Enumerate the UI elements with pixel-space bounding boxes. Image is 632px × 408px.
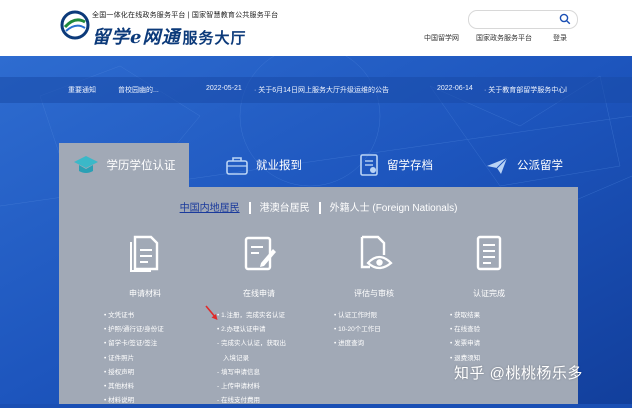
notice-item[interactable]: · 关于6月14日网上服务大厅升级运维的公告	[254, 85, 389, 95]
notice-item[interactable]: 曾校园幽的...	[118, 85, 159, 95]
list-item: - 完成实人认证，获取出	[217, 340, 286, 348]
edit-form-icon	[244, 236, 276, 271]
tab-label: 就业报到	[256, 160, 302, 172]
search-icon[interactable]	[559, 13, 571, 25]
residence-hk-macao-taiwan[interactable]: 港澳台居民	[257, 199, 313, 214]
list-item[interactable]: • 2.办理认证申请	[217, 323, 286, 337]
notice-date: 2022-06-14	[437, 85, 473, 92]
tab-study-archive[interactable]: 留学存档	[341, 143, 451, 187]
tab-employment-registration[interactable]: 就业报到	[209, 143, 319, 187]
list-item[interactable]: • 获取结果	[450, 309, 480, 323]
list-item[interactable]: • 其他材料	[104, 380, 164, 394]
step-application-materials[interactable]: 申请材料	[100, 233, 190, 299]
site-header: 全国一体化在线政务服务平台 | 国家智慧教育公共服务平台 留学e网通 服务大厅 中…	[0, 0, 632, 56]
residence-selector: 中国内地居民 港澳台居民 外籍人士 (Foreign Nationals)	[59, 199, 578, 215]
list-item[interactable]: • 授权声明	[104, 366, 164, 380]
logo-e: e	[130, 27, 143, 48]
nav-link-gov-platform[interactable]: 国家政务服务平台	[476, 33, 532, 43]
list-item[interactable]: • 证件照片	[104, 352, 164, 366]
list-item[interactable]: • 认证工作时限	[334, 309, 381, 323]
logo-title: 留学e网通 服务大厅	[92, 23, 246, 49]
review-list: • 认证工作时限 • 10-20个工作日 • 进度查询	[334, 309, 381, 352]
review-eye-icon	[360, 235, 393, 270]
logo-hall: 服务大厅	[182, 30, 247, 47]
list-item[interactable]: • 材料说明	[104, 394, 164, 408]
logo-script2: 网通	[142, 27, 181, 48]
platform-line: 全国一体化在线政务服务平台 | 国家智慧教育公共服务平台	[92, 12, 279, 19]
residence-foreign[interactable]: 外籍人士 (Foreign Nationals)	[327, 199, 461, 214]
document-icon	[130, 235, 159, 272]
plane-icon	[487, 157, 508, 174]
notice-label: 重要通知	[68, 87, 96, 94]
tab-government-sponsored[interactable]: 公派留学	[470, 143, 578, 187]
residence-mainland[interactable]: 中国内地居民	[177, 199, 243, 214]
apply-steps-list: • 1.注册，完成实名认证 • 2.办理认证申请 - 完成实人认证，获取出 入境…	[217, 309, 286, 408]
list-item[interactable]: • 护照/通行证/身份证	[104, 323, 164, 337]
step-evaluation-review[interactable]: 评估与审核	[329, 233, 419, 299]
list-item[interactable]: • 文凭证书	[104, 309, 164, 323]
archive-icon	[360, 154, 378, 176]
step-label: 申请材料	[129, 289, 161, 298]
list-item: • 10-20个工作日	[334, 326, 381, 334]
complete-list: • 获取结果 • 在线查验 • 发票申请 • 退费须知	[450, 309, 480, 366]
divider	[248, 202, 251, 215]
tab-label: 公派留学	[517, 160, 563, 172]
list-item: - 在线支付费用	[217, 397, 260, 405]
step-label: 在线申请	[243, 289, 275, 298]
red-arrow-annotation-icon	[205, 305, 218, 320]
step-online-application[interactable]: 在线申请	[214, 233, 304, 299]
notice-date: 2022-05-21	[206, 85, 242, 92]
graduation-cap-icon	[73, 156, 98, 173]
globe-logo-icon	[60, 10, 90, 40]
tab-label: 留学存档	[387, 160, 433, 172]
site-logo[interactable]: 全国一体化在线政务服务平台 | 国家智慧教育公共服务平台 留学e网通 服务大厅	[60, 6, 280, 50]
step-label: 认证完成	[473, 289, 505, 298]
nav-link-login[interactable]: 登录	[553, 33, 567, 43]
search-input[interactable]	[468, 10, 578, 29]
materials-list: • 文凭证书 • 护照/通行证/身份证 • 留学卡/签证/签注 • 证件照片 •…	[104, 309, 164, 408]
divider	[318, 202, 321, 215]
list-item: 入境记录	[223, 354, 249, 362]
notice-bar: 重要通知 曾校园幽的... 2022-05-21 · 关于6月14日网上服务大厅…	[0, 77, 632, 103]
list-item: - 上传申请材料	[217, 383, 260, 391]
list-item: - 填写申请信息	[217, 368, 260, 376]
notice-item[interactable]: · 关于教育部留学服务中心l	[484, 85, 567, 95]
list-item[interactable]: • 1.注册，完成实名认证	[217, 309, 286, 323]
step-verification-complete[interactable]: 认证完成	[444, 233, 534, 299]
tab-degree-verification[interactable]: 学历学位认证	[59, 143, 189, 187]
logo-script: 留学	[92, 27, 130, 48]
list-item[interactable]: • 进度查询	[334, 337, 381, 351]
list-item[interactable]: • 发票申请	[450, 337, 480, 351]
checklist-icon	[476, 235, 502, 271]
list-item[interactable]: • 在线查验	[450, 323, 480, 337]
watermark: 知乎 @桃桃杨乐多	[454, 365, 583, 382]
step-label: 评估与审核	[354, 289, 394, 298]
tab-label: 学历学位认证	[106, 160, 176, 172]
nav-link-cscse[interactable]: 中国留学网	[424, 33, 459, 43]
briefcase-icon	[226, 157, 248, 175]
list-item[interactable]: • 留学卡/签证/签注	[104, 337, 164, 351]
